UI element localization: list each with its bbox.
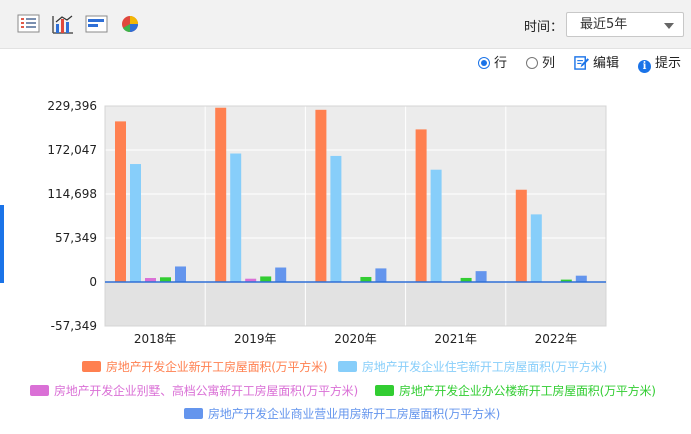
legend-item[interactable]: 房地产开发企业新开工房屋面积(万平方米) xyxy=(82,360,328,374)
bar xyxy=(375,268,387,282)
bar xyxy=(115,121,126,282)
bar xyxy=(260,276,272,282)
bar xyxy=(330,155,342,282)
x-tick-label: 2022年 xyxy=(535,332,578,346)
bar xyxy=(230,153,242,282)
bar xyxy=(575,275,587,282)
legend-item[interactable]: 房地产开发企业住宅新开工房屋面积(万平方米) xyxy=(338,360,607,374)
legend-label: 房地产开发企业新开工房屋面积(万平方米) xyxy=(106,360,328,374)
bar xyxy=(530,214,542,282)
legend-swatch xyxy=(82,361,101,372)
bar xyxy=(515,189,527,282)
legend-swatch xyxy=(184,408,203,419)
bar xyxy=(360,276,372,282)
bar xyxy=(475,271,487,282)
bar xyxy=(130,164,141,282)
bar xyxy=(215,107,227,283)
x-tick-label: 2020年 xyxy=(334,332,377,346)
x-tick-label: 2018年 xyxy=(134,332,177,346)
y-tick-label: 57,349 xyxy=(55,231,97,245)
bar xyxy=(430,169,442,282)
plot-background-negative xyxy=(105,282,606,326)
y-tick-label: 229,396 xyxy=(47,99,97,113)
bar xyxy=(175,266,186,282)
bar xyxy=(315,109,327,282)
y-tick-label: 172,047 xyxy=(47,143,97,157)
legend-swatch xyxy=(338,361,357,372)
legend-item[interactable]: 房地产开发企业商业营业用房新开工房屋面积(万平方米) xyxy=(184,407,500,421)
x-tick-label: 2019年 xyxy=(234,332,277,346)
legend-label: 房地产开发企业办公楼新开工房屋面积(万平方米) xyxy=(399,384,656,398)
x-tick-label: 2021年 xyxy=(434,332,477,346)
legend-label: 房地产开发企业别墅、高档公寓新开工房屋面积(万平方米) xyxy=(54,384,358,398)
legend-label: 房地产开发企业商业营业用房新开工房屋面积(万平方米) xyxy=(208,407,501,421)
y-tick-label: 0 xyxy=(89,275,97,289)
bar xyxy=(275,267,287,282)
legend-swatch xyxy=(30,385,49,396)
legend-item[interactable]: 房地产开发企业别墅、高档公寓新开工房屋面积(万平方米) xyxy=(30,384,358,398)
legend-item[interactable]: 房地产开发企业办公楼新开工房屋面积(万平方米) xyxy=(375,384,656,398)
y-tick-label: 114,698 xyxy=(47,187,97,201)
bar xyxy=(415,129,427,282)
legend-label: 房地产开发企业住宅新开工房屋面积(万平方米) xyxy=(362,360,607,374)
legend-swatch xyxy=(375,385,394,396)
y-tick-label: -57,349 xyxy=(51,319,97,333)
